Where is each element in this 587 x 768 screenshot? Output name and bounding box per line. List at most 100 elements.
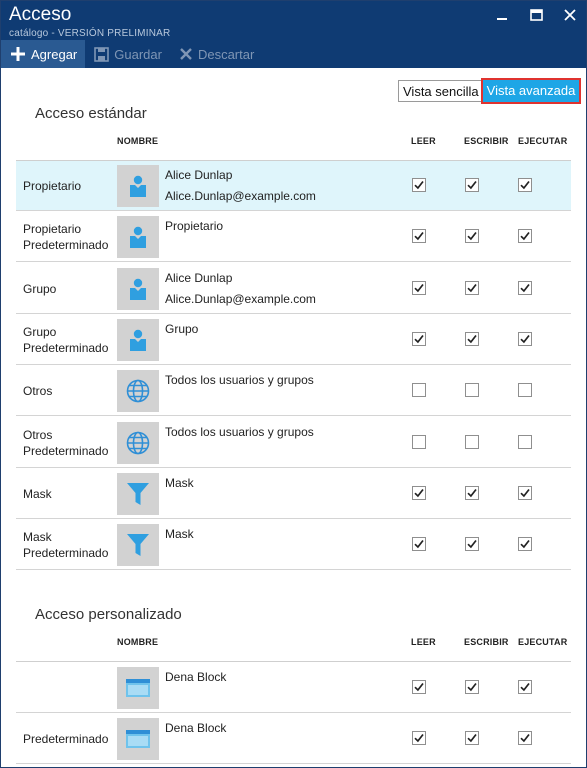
write-checkbox[interactable]	[465, 485, 479, 500]
read-checkbox[interactable]	[412, 280, 426, 295]
globe-icon	[117, 370, 159, 413]
entry-type-label: Grupo Predeterminado	[23, 324, 109, 355]
standard-access-title: Acceso estándar	[35, 105, 147, 122]
blade-header: Acceso catálogo - VERSIÓN PRELIMINAR Agr…	[1, 1, 586, 68]
read-checkbox[interactable]	[412, 229, 426, 244]
standard-col-execute: EJECUTAR	[518, 136, 568, 146]
read-checkbox[interactable]	[412, 537, 426, 552]
simple-view-button[interactable]: Vista sencilla	[398, 80, 483, 102]
filter-icon	[117, 524, 159, 567]
entry-display-name: Todos los usuarios y grupos	[165, 424, 314, 439]
write-checkbox[interactable]	[465, 280, 479, 295]
write-checkbox[interactable]	[465, 731, 479, 745]
entry-name: Mask	[165, 473, 194, 494]
entry-display-name: Grupo	[165, 321, 199, 336]
standard-col-read: LEER	[411, 136, 436, 146]
standard-access-row[interactable]: Mask Mask	[16, 469, 571, 519]
access-blade: Acceso catálogo - VERSIÓN PRELIMINAR Agr…	[0, 0, 587, 768]
discard-button-label: Descartar	[197, 46, 255, 62]
read-checkbox[interactable]	[412, 485, 426, 500]
execute-checkbox[interactable]	[518, 280, 532, 295]
entry-type-label: Propietario	[23, 179, 82, 193]
add-button[interactable]: Agregar	[1, 40, 86, 68]
advanced-view-button[interactable]: Vista avanzada	[480, 78, 582, 104]
save-icon	[94, 46, 110, 62]
entry-type-label: Mask Predeterminado	[23, 530, 109, 561]
entry-type-label: Mask	[23, 486, 52, 501]
custom-access-row[interactable]: Predeterminado Dena Block	[16, 714, 571, 764]
entry-name: Alice Dunlap Alice.Dunlap@example.com	[165, 268, 316, 310]
standard-access-row[interactable]: Grupo Predeterminado Grupo	[16, 315, 571, 365]
entry-display-name: Alice Dunlap	[165, 168, 233, 182]
execute-checkbox[interactable]	[518, 383, 532, 398]
add-button-label: Agregar	[31, 46, 78, 62]
maximize-icon[interactable]	[528, 7, 544, 23]
entry-name: Propietario	[165, 216, 223, 237]
write-checkbox[interactable]	[465, 434, 479, 449]
standard-access-row[interactable]: Propietario Alice Dunlap Alice.Dunlap@exam…	[16, 161, 571, 211]
execute-checkbox[interactable]	[518, 680, 532, 694]
entry-type-label: Otros Predeterminado	[23, 427, 109, 458]
standard-access-row[interactable]: Grupo Alice Dunlap Alice.Dunlap@example.co…	[16, 264, 571, 314]
discard-button[interactable]: Descartar	[170, 40, 262, 68]
close-icon[interactable]	[562, 7, 578, 23]
write-checkbox[interactable]	[465, 178, 479, 192]
globe-icon	[117, 421, 159, 464]
execute-checkbox[interactable]	[518, 485, 532, 500]
plus-icon	[11, 47, 25, 61]
entry-display-name: Propietario	[165, 219, 224, 234]
execute-checkbox[interactable]	[518, 537, 532, 552]
blade-title: Acceso	[9, 4, 72, 25]
view-toggle: Vista sencilla Vista avanzada	[398, 78, 582, 104]
entry-name: Alice Dunlap Alice.Dunlap@example.com	[165, 165, 316, 207]
write-checkbox[interactable]	[465, 537, 479, 552]
read-checkbox[interactable]	[412, 178, 426, 192]
entry-type-label: Predeterminado	[23, 732, 109, 746]
command-bar: Agregar Guardar Descartar	[1, 40, 262, 68]
standard-access-row[interactable]: Otros Todos los usuarios y grupos	[16, 366, 571, 417]
entry-name: Todos los usuarios y grupos	[165, 370, 314, 391]
scrollbar[interactable]	[582, 68, 586, 767]
user-icon	[117, 216, 159, 259]
standard-access-row[interactable]: Otros Predeterminado Todos los usuarios y…	[16, 418, 571, 468]
custom-col-name: NOMBRE	[117, 637, 159, 647]
read-checkbox[interactable]	[412, 731, 426, 745]
custom-header-divider	[16, 661, 571, 662]
entry-name: Mask	[165, 524, 194, 545]
execute-checkbox[interactable]	[518, 731, 532, 745]
entry-display-name: Todos los usuarios y grupos	[165, 373, 314, 388]
custom-col-read: LEER	[411, 637, 436, 647]
write-checkbox[interactable]	[465, 229, 479, 244]
standard-access-row[interactable]: Mask Predeterminado Mask	[16, 520, 571, 571]
entry-name: Todos los usuarios y grupos	[165, 422, 314, 443]
custom-access-row[interactable]: Dena Block	[16, 663, 571, 713]
minimize-icon[interactable]	[494, 7, 510, 23]
window-icon	[117, 667, 159, 709]
discard-icon	[180, 48, 192, 60]
custom-col-execute: EJECUTAR	[518, 637, 568, 647]
entry-display-name: Dena Block	[165, 721, 227, 735]
entry-type-label: Propietario Predeterminado	[23, 222, 109, 253]
execute-checkbox[interactable]	[518, 229, 532, 244]
write-checkbox[interactable]	[465, 680, 479, 694]
entry-email: Alice.Dunlap@example.com	[165, 189, 316, 203]
read-checkbox[interactable]	[412, 383, 426, 398]
standard-col-write: ESCRIBIR	[464, 136, 509, 146]
execute-checkbox[interactable]	[518, 331, 532, 346]
user-icon	[117, 267, 159, 310]
standard-access-row[interactable]: Propietario Predeterminado Propietario	[16, 212, 571, 263]
write-checkbox[interactable]	[465, 331, 479, 346]
read-checkbox[interactable]	[412, 434, 426, 449]
entry-type-label: Grupo	[23, 281, 57, 296]
entry-name: Dena Block	[165, 667, 226, 688]
user-icon	[117, 318, 159, 361]
execute-checkbox[interactable]	[518, 178, 532, 192]
read-checkbox[interactable]	[412, 331, 426, 346]
save-button[interactable]: Guardar	[85, 40, 170, 68]
execute-checkbox[interactable]	[518, 434, 532, 449]
entry-email: Alice.Dunlap@example.com	[165, 291, 316, 306]
blade-subtitle: catálogo - VERSIÓN PRELIMINAR	[9, 28, 171, 39]
read-checkbox[interactable]	[412, 680, 426, 694]
write-checkbox[interactable]	[465, 383, 479, 398]
entry-name: Dena Block	[165, 718, 226, 739]
